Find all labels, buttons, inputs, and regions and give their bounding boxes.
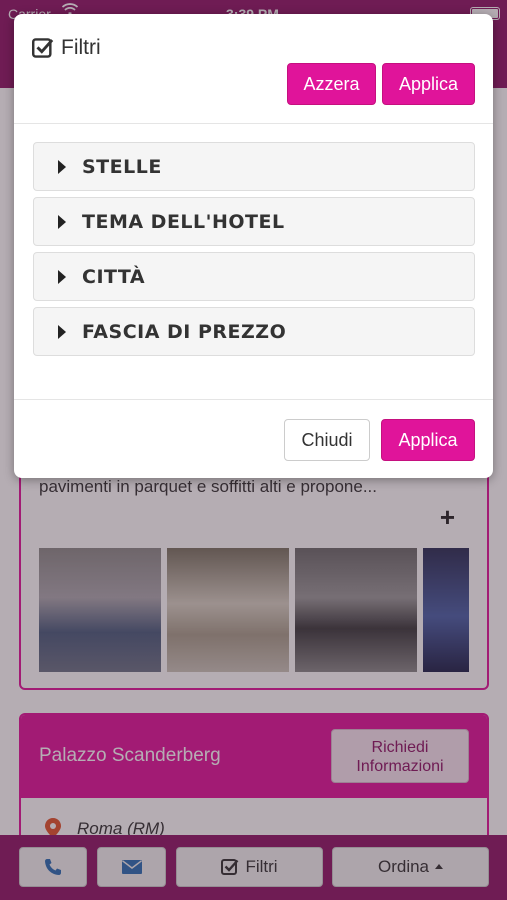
modal-header: Filtri Azzera Applica (14, 14, 493, 124)
filter-hotel-theme[interactable]: TEMA DELL'HOTEL (33, 197, 475, 246)
caret-right-icon (58, 324, 66, 339)
checkbox-icon (32, 38, 54, 58)
filter-price-range[interactable]: FASCIA DI PREZZO (33, 307, 475, 356)
modal-title: Filtri (32, 36, 101, 60)
apply-button-bottom[interactable]: Applica (381, 419, 475, 461)
caret-right-icon (58, 214, 66, 229)
filter-city[interactable]: CITTÀ (33, 252, 475, 301)
modal-footer: Chiudi Applica (14, 399, 493, 478)
close-button[interactable]: Chiudi (284, 419, 370, 461)
modal-title-text: Filtri (61, 36, 101, 59)
reset-button[interactable]: Azzera (287, 63, 376, 105)
filter-label: CITTÀ (82, 265, 146, 288)
caret-right-icon (58, 269, 66, 284)
filter-label: STELLE (82, 155, 162, 178)
apply-button-top[interactable]: Applica (382, 63, 475, 105)
filter-stars[interactable]: STELLE (33, 142, 475, 191)
filter-modal: Filtri Azzera Applica STELLE TEMA DELL'H… (14, 14, 493, 478)
filter-label: FASCIA DI PREZZO (82, 320, 287, 343)
caret-right-icon (58, 159, 66, 174)
filter-label: TEMA DELL'HOTEL (82, 210, 285, 233)
